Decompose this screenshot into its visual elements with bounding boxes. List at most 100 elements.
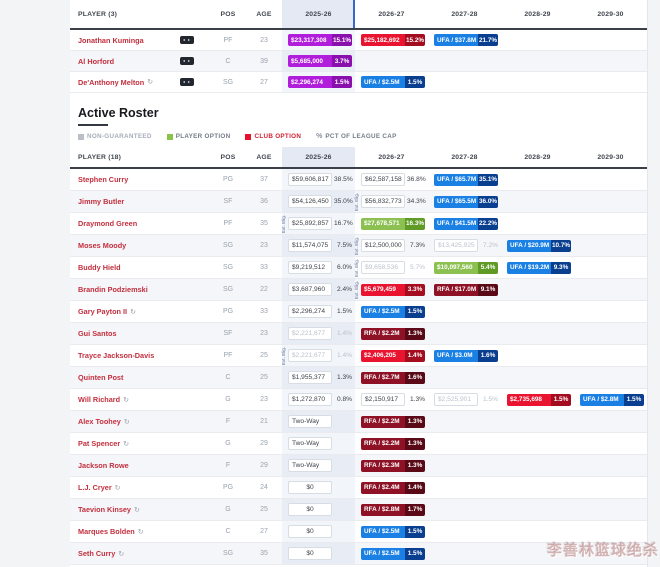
salary-badge-pct: 1.5% [405, 548, 425, 560]
salary-badge-purple: $2,296,2741.5% [288, 76, 352, 88]
salary-pct: 36.8% [405, 176, 425, 183]
season-cell: $59,606,81738.5% [282, 169, 355, 190]
player-name-link[interactable]: Pat Spencer [78, 439, 120, 448]
player-row: Moses MoodySG23$11,574,0757.5%Ext. Elig.… [70, 235, 647, 257]
player-note-icon[interactable]: ↻ [115, 484, 121, 492]
salary-badge-pct: 35.1% [478, 174, 498, 186]
player-name-link[interactable]: Quinten Post [78, 373, 123, 382]
player-name-link[interactable]: Marques Bolden [78, 527, 135, 536]
player-age: 37 [246, 169, 282, 190]
player-row: Buddy HieldSG33$9,219,5126.0%Ext. Elig.$… [70, 257, 647, 279]
player-name-link[interactable]: Taevion Kinsey [78, 505, 131, 514]
player-name-link[interactable]: Gui Santos [78, 329, 117, 338]
salary-value-box: $2,221,677 [288, 327, 332, 340]
salary-pct: 7.2% [478, 242, 498, 249]
salary-badge-pct: 3.7% [332, 55, 352, 67]
player-name-cell: Jimmy Butler [70, 191, 210, 212]
player-name-link[interactable]: Buddy Hield [78, 263, 121, 272]
salary-pct: 1.3% [332, 374, 352, 381]
legend-label: PLAYER OPTION [176, 133, 231, 140]
player-row: Draymond GreenPF35Ext. Elig.$25,892,8571… [70, 213, 647, 235]
player-name-link[interactable]: Stephen Curry [78, 175, 128, 184]
player-note-icon[interactable]: ↻ [138, 528, 144, 536]
player-name-link[interactable]: Brandin Podziemski [78, 285, 148, 294]
season-cell [574, 323, 647, 344]
player-note-icon[interactable]: ↻ [134, 506, 140, 514]
salary-badge-pct: 5.4% [478, 262, 498, 274]
player-name-link[interactable]: Seth Curry [78, 549, 115, 558]
player-name-link[interactable]: Alex Toohey [78, 417, 121, 426]
season-cell [428, 543, 501, 564]
season-cell [574, 301, 647, 322]
player-name-link[interactable]: L.J. Cryer [78, 483, 112, 492]
season-cell: Ext. Elig.$9,658,5365.7% [355, 257, 428, 278]
salary-badge-red: $2,406,2051.4% [361, 350, 425, 362]
salary-cap-panel: PLAYER (3)POSAGE2025-262026-272027-28202… [70, 0, 648, 567]
player-note-icon[interactable]: ↻ [130, 308, 136, 316]
season-cell: RFA / $2.4M1.4% [355, 477, 428, 498]
salary-badge-value: $23,317,308 [288, 34, 332, 46]
player-name-link[interactable]: Al Horford [78, 57, 114, 66]
player-column-header: PLAYER (3) [70, 0, 210, 28]
player-note-icon[interactable]: ↻ [118, 550, 124, 558]
salary-badge-pct: 3.3% [405, 284, 425, 296]
salary-badge-value: RFA / $2.4M [361, 482, 405, 494]
age-column-header: AGE [246, 0, 282, 28]
salary-badge-blue: UFA / $2.5M1.5% [361, 76, 425, 88]
player-name-link[interactable]: Draymond Green [78, 219, 137, 228]
player-row: De'Anthony Melton↻SG27$2,296,2741.5%UFA … [70, 72, 647, 93]
season-cell: $0 [282, 521, 355, 542]
player-note-icon[interactable]: ↻ [124, 418, 130, 426]
salary-badge-darkred: RFA / $17.0M9.1% [434, 284, 498, 296]
player-age: 29 [246, 455, 282, 476]
season-cell [428, 455, 501, 476]
player-note-icon[interactable]: ↻ [123, 396, 129, 404]
player-row: Will Richard↻G23$1,272,8700.8%$2,150,917… [70, 389, 647, 411]
salary-badge-value: UFA / $65.5M [434, 196, 478, 208]
player-name-link[interactable]: Gary Payton II [78, 307, 127, 316]
salary-value-box: $59,606,817 [288, 173, 332, 186]
salary-badge-blue: UFA / $19.2M9.3% [507, 262, 571, 274]
ext-eligible-label: Ext. Elig. [355, 258, 360, 276]
player-age: 23 [246, 235, 282, 256]
player-name-link[interactable]: Jimmy Butler [78, 197, 124, 206]
salary-pct: 7.5% [332, 242, 352, 249]
player-note-icon[interactable]: ↻ [147, 78, 153, 86]
salary-badge-pct: 15.2% [405, 34, 425, 46]
player-age: 25 [246, 345, 282, 366]
salary-badge-pct: 22.2% [478, 218, 498, 230]
player-note-icon[interactable]: ↻ [123, 440, 129, 448]
player-name-link[interactable]: Jonathan Kuminga [78, 36, 144, 45]
salary-badge-green: $27,678,57116.3% [361, 218, 425, 230]
player-name-link[interactable]: Trayce Jackson-Davis [78, 351, 154, 360]
player-age: 35 [246, 213, 282, 234]
season-cell [501, 323, 574, 344]
season-cell [501, 169, 574, 190]
season-cell: $25,182,69215.2% [355, 30, 428, 50]
season-cell: UFA / $2.5M1.5% [355, 543, 428, 564]
season-cell [501, 411, 574, 432]
season-column-header: 2026-27 [355, 0, 428, 28]
season-cell [501, 543, 574, 564]
player-name-link[interactable]: De'Anthony Melton [78, 78, 144, 87]
player-name-cell: Al Horford [70, 51, 210, 71]
season-cell: Ext. Elig.$25,892,85716.7% [282, 213, 355, 234]
salary-value-box: $25,892,857 [288, 217, 332, 230]
salary-badge-pct: 1.5% [551, 394, 571, 406]
player-name-link[interactable]: Jackson Rowe [78, 461, 129, 470]
salary-value-box: $11,574,075 [288, 239, 332, 252]
season-cell: $9,219,5126.0% [282, 257, 355, 278]
season-cell: $23,317,30815.1% [282, 30, 355, 50]
season-cell: Ext. Elig.$56,832,77334.3% [355, 191, 428, 212]
player-pos: C [210, 51, 246, 71]
player-pos: PF [210, 345, 246, 366]
season-cell: $2,406,2051.4% [355, 345, 428, 366]
player-name-link[interactable]: Will Richard [78, 395, 120, 404]
salary-badge-value: $5,685,000 [288, 55, 332, 67]
season-cell: $3,687,9602.4% [282, 279, 355, 300]
salary-badge-pct: 1.6% [478, 350, 498, 362]
contract-tag-badge [180, 57, 194, 65]
season-column-header: 2029-30 [574, 0, 647, 28]
player-name-link[interactable]: Moses Moody [78, 241, 126, 250]
season-cell: $2,525,9011.5% [428, 389, 501, 410]
